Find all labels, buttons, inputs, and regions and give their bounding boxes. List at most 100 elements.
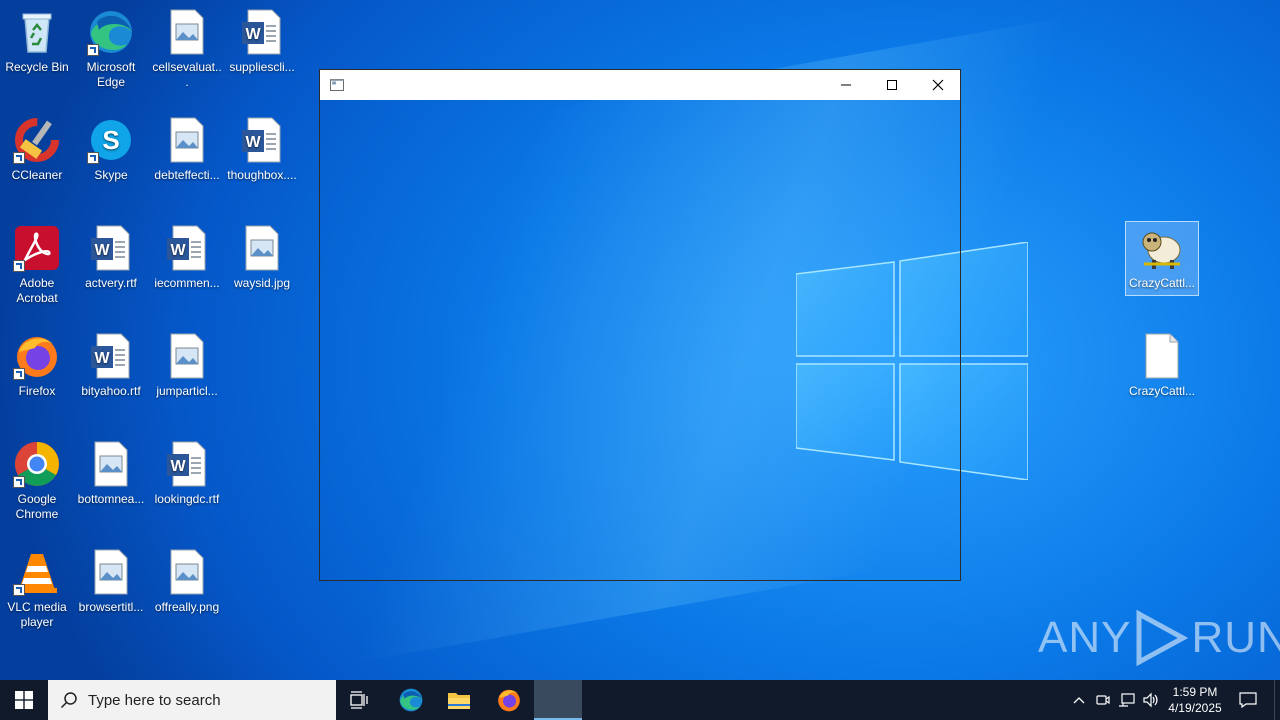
desktop-icon-label: Adobe Acrobat bbox=[16, 276, 58, 305]
window-app-icon bbox=[330, 78, 344, 91]
desktop-icon-vlc[interactable]: VLC media player bbox=[1, 548, 73, 630]
svg-text:W: W bbox=[94, 242, 110, 259]
search-placeholder: Type here to search bbox=[88, 691, 221, 709]
acrobat-icon bbox=[13, 224, 61, 272]
taskbar-clock[interactable]: 1:59 PM 4/19/2025 bbox=[1158, 682, 1232, 720]
svg-text:W: W bbox=[170, 242, 186, 259]
ccleaner-icon bbox=[13, 116, 61, 164]
desktop-icon-waysid[interactable]: waysid.jpg bbox=[226, 224, 298, 291]
svg-text:W: W bbox=[245, 134, 261, 151]
desktop-icon-jumparticl[interactable]: jumparticl... bbox=[151, 332, 223, 399]
word-document-icon: W bbox=[238, 8, 286, 56]
taskbar-edge-button[interactable] bbox=[387, 680, 435, 720]
clock-date: 4/19/2025 bbox=[1168, 701, 1222, 715]
close-button[interactable] bbox=[915, 70, 961, 100]
shortcut-arrow-icon bbox=[87, 44, 99, 56]
play-logo-icon bbox=[1136, 609, 1189, 667]
svg-text:W: W bbox=[245, 26, 261, 43]
meet-now-icon bbox=[1096, 695, 1110, 705]
minimize-icon bbox=[841, 84, 851, 86]
desktop-icon-label: offreally.png bbox=[154, 600, 220, 614]
desktop-icon-label: Microsoft Edge bbox=[86, 60, 136, 89]
clock-time: 1:59 PM bbox=[1172, 685, 1218, 699]
desktop-icon-label: cellsevaluat... bbox=[152, 60, 222, 89]
desktop-icon-suppliescli[interactable]: W suppliescli... bbox=[226, 8, 298, 75]
image-file-icon bbox=[163, 548, 211, 596]
chevron-up-icon bbox=[1073, 697, 1085, 704]
shortcut-arrow-icon bbox=[13, 368, 25, 380]
minimize-button[interactable] bbox=[823, 70, 869, 100]
desktop-icon-label: CrazyCattl... bbox=[1128, 384, 1195, 398]
desktop-icon-label: Skype bbox=[94, 168, 128, 182]
image-file-icon bbox=[87, 548, 135, 596]
tray-network-button[interactable] bbox=[1116, 680, 1138, 720]
notification-icon bbox=[1239, 692, 1257, 708]
desktop-icon-debteffecti[interactable]: debteffecti... bbox=[151, 116, 223, 183]
desktop-icon-label: actvery.rtf bbox=[85, 276, 137, 290]
desktop-icon-crazycattle-app[interactable]: CrazyCattl... bbox=[1125, 221, 1199, 296]
desktop-icon-adobe-acrobat[interactable]: Adobe Acrobat bbox=[1, 224, 73, 306]
tray-meet-now-button[interactable] bbox=[1092, 680, 1114, 720]
desktop-icon-label: CrazyCattl... bbox=[1128, 276, 1195, 290]
desktop-icon-offreally[interactable]: offreally.png bbox=[151, 548, 223, 615]
maximize-icon bbox=[887, 80, 897, 90]
desktop-icon-skype[interactable]: S Skype bbox=[75, 116, 147, 183]
skype-icon: S bbox=[87, 116, 135, 164]
desktop-icon-recycle-bin[interactable]: Recycle Bin bbox=[1, 8, 73, 75]
windows-start-icon bbox=[15, 691, 33, 709]
desktop-icon-bottomnea[interactable]: bottomnea... bbox=[75, 440, 147, 507]
desktop-icon-label: lookingdc.rtf bbox=[154, 492, 220, 506]
show-desktop-button[interactable] bbox=[1274, 680, 1280, 720]
desktop-icon-crazycattle-file[interactable]: CrazyCattl... bbox=[1126, 332, 1198, 399]
desktop-icon-firefox[interactable]: Firefox bbox=[1, 332, 73, 399]
desktop-icon-label: VLC media player bbox=[7, 600, 67, 629]
close-icon bbox=[932, 79, 944, 91]
word-document-icon: W bbox=[87, 332, 135, 380]
desktop-icon-label: suppliescli... bbox=[229, 60, 295, 74]
desktop-icon-actvery[interactable]: W actvery.rtf bbox=[75, 224, 147, 291]
edge-icon bbox=[399, 688, 423, 712]
recycle-bin-icon bbox=[13, 8, 61, 56]
task-view-button[interactable] bbox=[336, 680, 384, 720]
image-file-icon bbox=[87, 440, 135, 488]
edge-icon bbox=[87, 8, 135, 56]
word-document-icon: W bbox=[163, 224, 211, 272]
desktop-icon-cellsevaluat[interactable]: cellsevaluat... bbox=[151, 8, 223, 90]
image-file-icon bbox=[238, 224, 286, 272]
desktop-icon-lookingdc[interactable]: W lookingdc.rtf bbox=[151, 440, 223, 507]
sheep-app-icon bbox=[1138, 224, 1186, 272]
folder-icon bbox=[448, 693, 470, 709]
desktop-icon-label: thoughbox.... bbox=[227, 168, 297, 182]
taskbar-active-app-button[interactable] bbox=[534, 680, 582, 720]
desktop-icon-thoughbox[interactable]: W thoughbox.... bbox=[226, 116, 298, 183]
action-center-button[interactable] bbox=[1234, 680, 1262, 720]
desktop-icon-google-chrome[interactable]: Google Chrome bbox=[1, 440, 73, 522]
svg-text:S: S bbox=[102, 125, 119, 155]
desktop-icon-label: browsertitl... bbox=[78, 600, 144, 614]
desktop-icon-label: bityahoo.rtf bbox=[81, 384, 141, 398]
window-titlebar[interactable] bbox=[320, 70, 960, 100]
start-button[interactable] bbox=[0, 680, 48, 720]
taskbar-search-box[interactable]: Type here to search bbox=[48, 680, 336, 720]
desktop-icon-label: iecommen... bbox=[154, 276, 220, 290]
desktop-icon-bityahoo[interactable]: W bityahoo.rtf bbox=[75, 332, 147, 399]
desktop-icon-microsoft-edge[interactable]: Microsoft Edge bbox=[75, 8, 147, 90]
desktop-icon-ccleaner[interactable]: CCleaner bbox=[1, 116, 73, 183]
word-document-icon: W bbox=[238, 116, 286, 164]
desktop-icon-label: jumparticl... bbox=[156, 384, 218, 398]
taskbar-file-explorer-button[interactable] bbox=[435, 680, 483, 720]
shortcut-arrow-icon bbox=[87, 152, 99, 164]
desktop-icon-iecommen[interactable]: W iecommen... bbox=[151, 224, 223, 291]
svg-text:W: W bbox=[94, 350, 110, 367]
desktop-icon-browsertitl[interactable]: browsertitl... bbox=[75, 548, 147, 615]
show-hidden-icons-button[interactable] bbox=[1068, 680, 1090, 720]
maximize-button[interactable] bbox=[869, 70, 915, 100]
shortcut-arrow-icon bbox=[13, 476, 25, 488]
taskbar-firefox-button[interactable] bbox=[485, 680, 533, 720]
word-document-icon: W bbox=[163, 440, 211, 488]
desktop-icon-label: Recycle Bin bbox=[5, 60, 69, 74]
task-view-icon bbox=[350, 691, 368, 709]
app-window[interactable] bbox=[319, 69, 961, 581]
firefox-icon bbox=[13, 332, 61, 380]
firefox-icon bbox=[498, 689, 520, 712]
